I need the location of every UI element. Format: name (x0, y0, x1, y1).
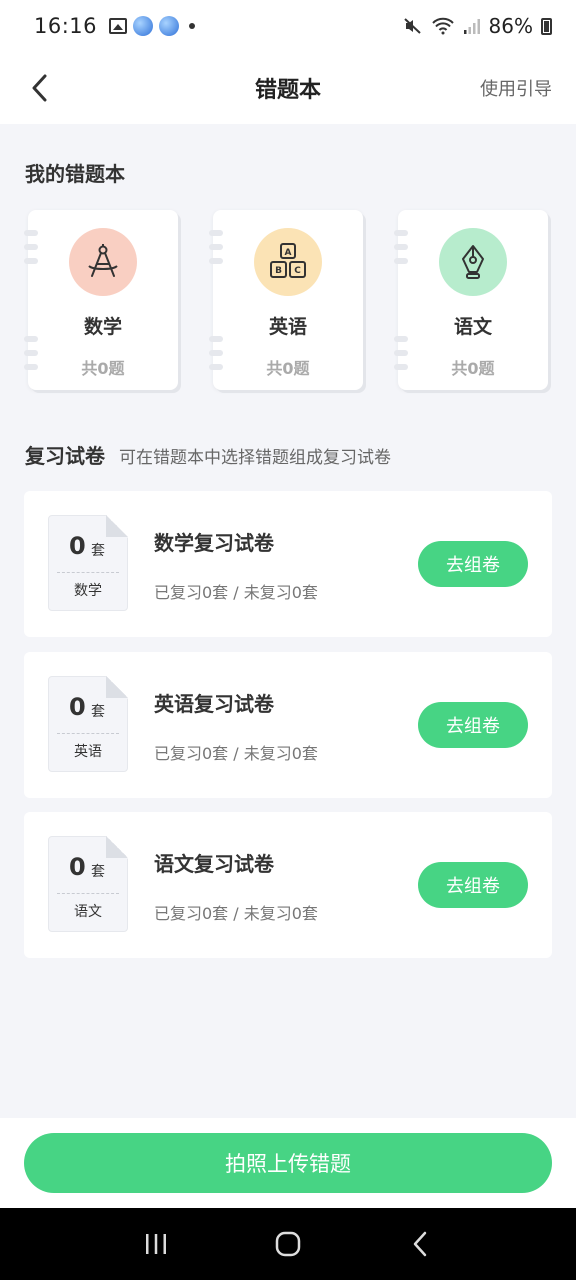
paper-fold-icon (106, 836, 128, 858)
upload-mistake-button[interactable]: 拍照上传错题 (24, 1133, 552, 1193)
system-back-button[interactable] (400, 1224, 440, 1264)
guide-link[interactable]: 使用引导 (480, 75, 552, 101)
back-button[interactable] (20, 68, 60, 108)
paper-unit: 套 (91, 704, 105, 720)
screen: 16:16 86% 错题本 使用引导 我的错题本 数学 共0题 A B C 英语… (0, 0, 576, 1280)
page-title: 错题本 (254, 78, 321, 103)
compose-paper-button[interactable]: 去组卷 (418, 862, 528, 908)
review-card-english: 0 套 英语 英语复习试卷 已复习0套 / 未复习0套 去组卷 (24, 652, 552, 798)
app-notification-icon (159, 16, 180, 36)
review-card-chinese: 0 套 语文 语文复习试卷 已复习0套 / 未复习0套 去组卷 (24, 812, 552, 958)
my-notebooks-title: 我的错题本 (25, 162, 125, 186)
recent-apps-icon (146, 1234, 166, 1254)
svg-text:A: A (285, 248, 292, 258)
paper-subject: 语文 (74, 904, 102, 920)
notebook-rings (209, 230, 223, 370)
mute-icon (403, 18, 421, 34)
notebook-card-math[interactable]: 数学 共0题 (24, 210, 178, 390)
notebook-name: 英语 (268, 316, 307, 338)
abc-blocks-icon: A B C (270, 243, 306, 278)
review-section-header: 复习试卷 可在错题本中选择错题组成复习试卷 (25, 440, 391, 469)
compose-paper-button[interactable]: 去组卷 (418, 541, 528, 587)
review-card-stats: 已复习0套 / 未复习0套 (154, 904, 318, 923)
paper-fold-icon (106, 515, 128, 537)
notebook-icon-circle (439, 228, 507, 296)
svg-text:B: B (275, 266, 282, 276)
paper-subject: 数学 (74, 583, 102, 599)
signal-icon (463, 19, 480, 34)
compose-paper-button[interactable]: 去组卷 (418, 702, 528, 748)
notification-icons (109, 16, 196, 36)
notebook-icon-circle (69, 228, 137, 296)
system-nav-bar (0, 1208, 576, 1280)
paper-unit: 套 (91, 543, 105, 559)
app-header: 错题本 使用引导 (0, 52, 576, 124)
review-card-title: 语文复习试卷 (154, 852, 274, 876)
paper-unit: 套 (91, 864, 105, 880)
review-card-stats: 已复习0套 / 未复习0套 (154, 744, 318, 763)
more-notifications-icon (189, 23, 196, 29)
image-notification-icon (109, 18, 128, 34)
pen-nib-icon (462, 245, 484, 279)
notebook-list: 数学 共0题 A B C 英语 共0题 语文 共0题 (24, 210, 548, 390)
notebook-count: 共0题 (451, 359, 495, 378)
notebook-card-english[interactable]: A B C 英语 共0题 (209, 210, 363, 390)
system-icons: 86% (403, 14, 552, 38)
recent-apps-button[interactable] (136, 1224, 176, 1264)
paper-count: 0 (69, 853, 86, 881)
battery-icon (541, 17, 552, 35)
notebook-name: 语文 (453, 316, 492, 338)
review-card-title: 数学复习试卷 (154, 531, 274, 555)
notebook-rings (24, 230, 38, 370)
paper-fold-icon (106, 676, 128, 698)
chevron-left-icon (32, 74, 47, 102)
wifi-icon (431, 17, 454, 35)
notebook-count: 共0题 (81, 359, 125, 378)
compass-icon (88, 244, 118, 277)
notebook-card-chinese[interactable]: 语文 共0题 (394, 210, 548, 390)
notebook-rings (394, 230, 408, 370)
review-subtitle: 可在错题本中选择错题组成复习试卷 (119, 448, 391, 468)
review-title: 复习试卷 (25, 444, 105, 468)
paper-subject: 英语 (74, 744, 102, 760)
app-notification-icon (133, 16, 154, 36)
notebook-icon-circle: A B C (254, 228, 322, 296)
back-icon (413, 1231, 427, 1257)
status-time: 16:16 (34, 14, 98, 38)
home-button[interactable] (268, 1224, 308, 1264)
bottom-action-bar: 拍照上传错题 (0, 1118, 576, 1208)
review-card-stats: 已复习0套 / 未复习0套 (154, 583, 318, 602)
paper-count: 0 (69, 532, 86, 560)
review-card-title: 英语复习试卷 (154, 692, 274, 716)
battery-percent: 86% (488, 14, 533, 38)
review-card-math: 0 套 数学 数学复习试卷 已复习0套 / 未复习0套 去组卷 (24, 491, 552, 637)
notebook-count: 共0题 (266, 359, 310, 378)
notebook-name: 数学 (83, 316, 122, 338)
svg-text:C: C (294, 266, 301, 276)
paper-count: 0 (69, 693, 86, 721)
home-icon (275, 1231, 301, 1257)
status-bar: 16:16 86% (0, 0, 576, 52)
